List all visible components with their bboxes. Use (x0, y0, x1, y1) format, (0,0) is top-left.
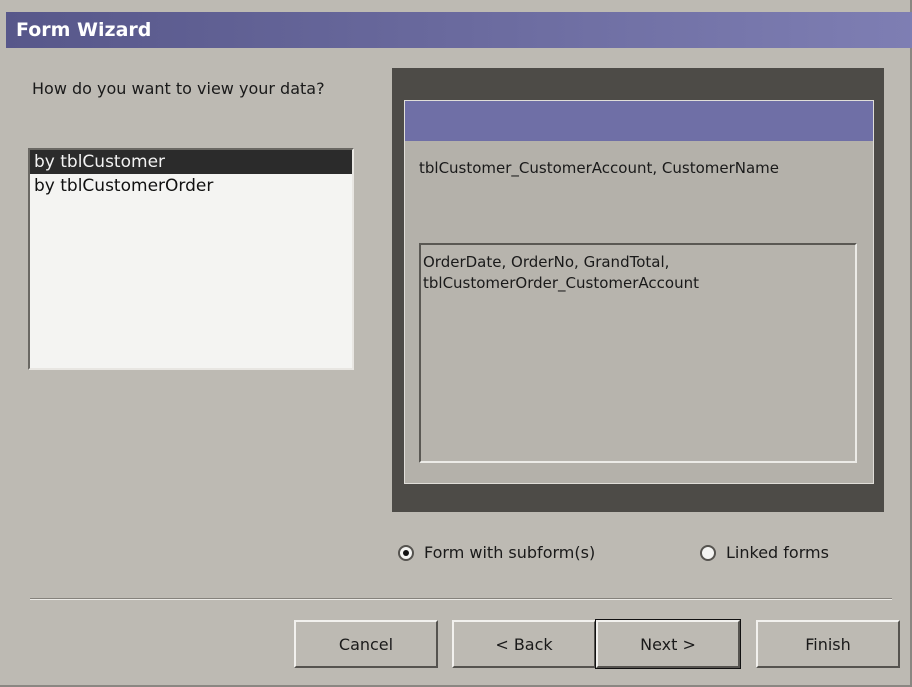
form-with-subform-radio[interactable]: Form with subform(s) (398, 543, 595, 562)
subform-fields-text-line2: tblCustomerOrder_CustomerAccount (423, 274, 699, 292)
window-title: Form Wizard (16, 19, 152, 41)
radio-unselected-icon (700, 544, 716, 561)
subform-fields-text-line1: OrderDate, OrderNo, GrandTotal, (423, 253, 670, 271)
linked-forms-label: Linked forms (726, 543, 829, 562)
divider (30, 598, 892, 600)
main-form-preview: tblCustomer_CustomerAccount, CustomerNam… (404, 100, 874, 484)
cancel-button[interactable]: Cancel (294, 620, 438, 668)
view-by-listbox[interactable]: by tblCustomer by tblCustomerOrder (28, 148, 354, 370)
main-form-fields-text: tblCustomer_CustomerAccount, CustomerNam… (419, 159, 780, 177)
form-wizard-dialog: Form Wizard How do you want to view your… (0, 0, 912, 687)
back-button[interactable]: < Back (452, 620, 596, 668)
title-bar[interactable]: Form Wizard (6, 12, 912, 48)
form-with-subform-label: Form with subform(s) (424, 543, 596, 562)
radio-selected-icon (398, 544, 414, 561)
main-form-preview-titlebar (405, 101, 873, 141)
linked-forms-radio[interactable]: Linked forms (700, 543, 829, 562)
list-item-by-tblcustomerorder[interactable]: by tblCustomerOrder (30, 174, 352, 198)
finish-button[interactable]: Finish (756, 620, 900, 668)
view-prompt-label: How do you want to view your data? (32, 79, 325, 98)
subform-preview: OrderDate, OrderNo, GrandTotal, tblCusto… (419, 243, 857, 463)
list-item-by-tblcustomer[interactable]: by tblCustomer (30, 150, 352, 174)
next-button[interactable]: Next > (595, 619, 741, 669)
